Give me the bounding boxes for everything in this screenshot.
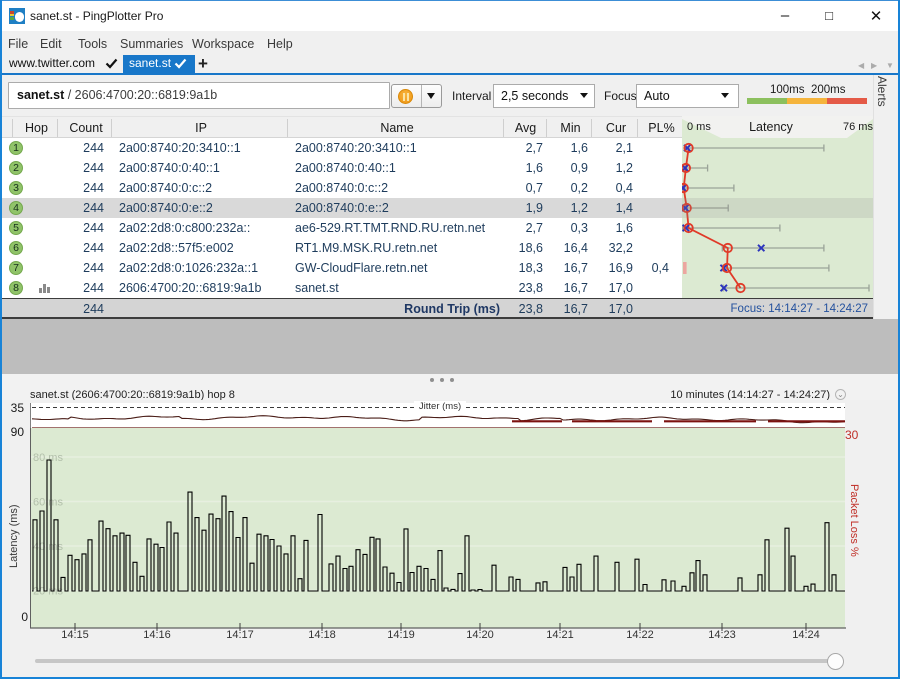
svg-text:14:21: 14:21: [546, 629, 574, 641]
svg-text:14:22: 14:22: [626, 629, 654, 641]
svg-text:Jitter (ms): Jitter (ms): [419, 401, 461, 412]
svg-text:60 ms: 60 ms: [33, 497, 63, 509]
svg-text:14:18: 14:18: [308, 629, 336, 641]
svg-text:40 ms: 40 ms: [33, 541, 63, 553]
svg-text:14:19: 14:19: [387, 629, 415, 641]
svg-text:14:15: 14:15: [61, 629, 89, 641]
svg-text:14:23: 14:23: [708, 629, 736, 641]
svg-text:14:16: 14:16: [143, 629, 171, 641]
svg-text:14:20: 14:20: [466, 629, 494, 641]
svg-text:14:24: 14:24: [792, 629, 820, 641]
svg-text:14:17: 14:17: [226, 629, 254, 641]
svg-text:80 ms: 80 ms: [33, 452, 63, 464]
